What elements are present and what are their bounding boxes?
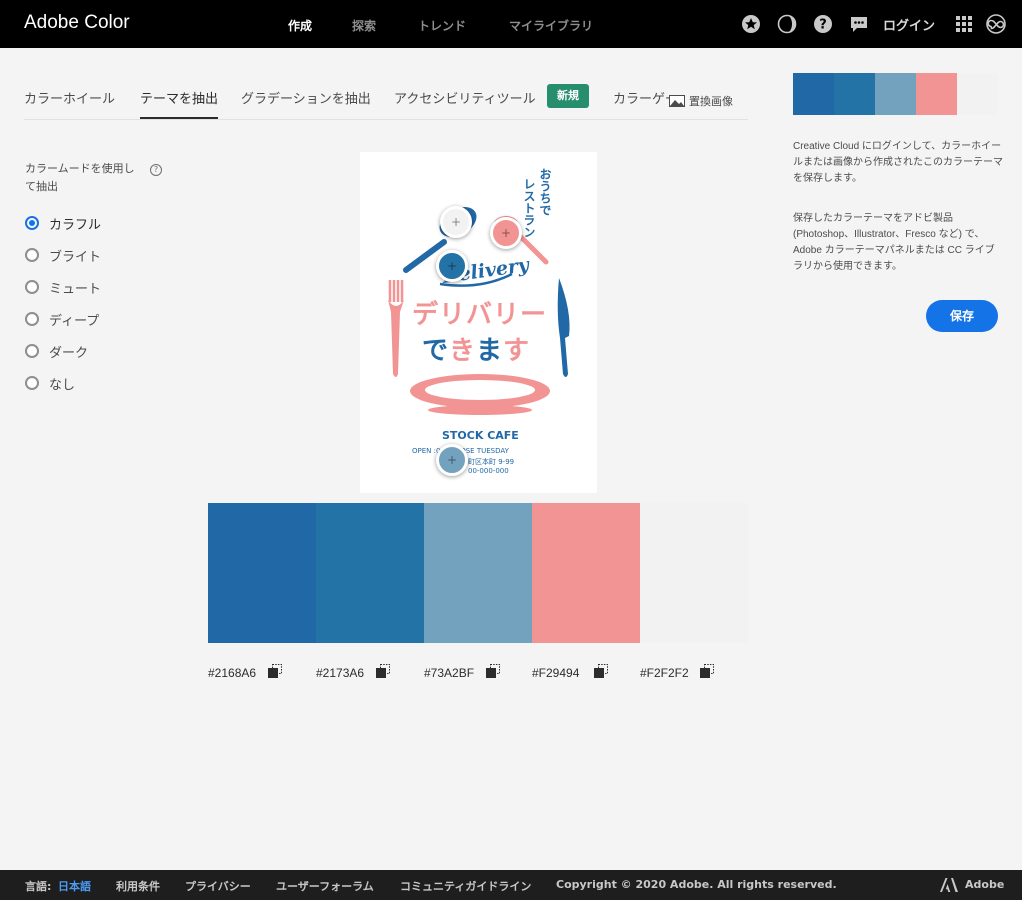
poster-address: 町区本町 9-99 bbox=[468, 458, 515, 466]
color-swatch-5[interactable] bbox=[640, 503, 748, 643]
replace-image-button[interactable]: 置換画像 bbox=[669, 93, 733, 109]
copy-icon[interactable] bbox=[486, 664, 500, 678]
replace-image-label: 置換画像 bbox=[689, 95, 733, 108]
hex-value-1[interactable]: #2168A6 bbox=[208, 666, 256, 680]
mood-option-muted[interactable]: ミュート bbox=[25, 278, 102, 297]
poster-cafe-name: STOCK CAFE bbox=[442, 429, 519, 442]
mood-help-icon[interactable]: ? bbox=[150, 164, 162, 176]
theme-preview-swatch-2 bbox=[834, 73, 875, 115]
nav-trends[interactable]: トレンド bbox=[418, 17, 466, 34]
color-picker-handle-5[interactable] bbox=[440, 206, 472, 238]
radio-icon bbox=[25, 280, 39, 294]
login-link[interactable]: ログイン bbox=[883, 15, 935, 34]
image-icon bbox=[669, 95, 685, 107]
mood-option-label: ディープ bbox=[49, 313, 100, 329]
hex-value-3[interactable]: #73A2BF bbox=[424, 666, 474, 680]
radio-icon bbox=[25, 312, 39, 326]
theme-preview-swatch-1 bbox=[793, 73, 834, 115]
headline-char: ま bbox=[476, 336, 504, 366]
color-swatch-1[interactable] bbox=[208, 503, 316, 643]
theme-preview-swatch-4 bbox=[916, 73, 957, 115]
tab-accessibility-tools[interactable]: アクセシビリティツール bbox=[394, 88, 536, 107]
radio-selected-icon bbox=[25, 216, 39, 230]
hex-value-4[interactable]: #F29494 bbox=[532, 666, 579, 680]
adobe-link[interactable]: Adobe bbox=[965, 878, 1004, 891]
copy-icon[interactable] bbox=[594, 664, 608, 678]
star-icon[interactable] bbox=[741, 14, 761, 34]
mood-option-label: カラフル bbox=[49, 217, 102, 233]
headline-char: で bbox=[422, 336, 450, 366]
brand-logo[interactable]: Adobe Color bbox=[24, 12, 130, 34]
footer: 言語: 日本語 利用条件 プライバシー ユーザーフォーラム コミュニティガイドラ… bbox=[0, 870, 1022, 900]
nav-my-library[interactable]: マイライブラリ bbox=[509, 17, 593, 34]
poster-headline-2: できます bbox=[422, 330, 530, 367]
source-image[interactable]: おうちで レストラン Delivery デリバリー できます STOCK CAF… bbox=[360, 152, 597, 493]
theme-preview-swatch-5 bbox=[957, 73, 998, 115]
new-badge: 新規 bbox=[547, 84, 589, 108]
copy-icon[interactable] bbox=[268, 664, 282, 678]
radio-icon bbox=[25, 344, 39, 358]
tab-color-wheel[interactable]: カラーホイール bbox=[24, 88, 115, 107]
contrast-icon[interactable] bbox=[777, 14, 797, 34]
hex-value-2[interactable]: #2173A6 bbox=[316, 666, 364, 680]
copy-icon[interactable] bbox=[700, 664, 714, 678]
tab-divider bbox=[24, 119, 748, 120]
theme-preview-swatch-3 bbox=[875, 73, 916, 115]
mood-option-none[interactable]: なし bbox=[25, 374, 76, 393]
mood-option-bright[interactable]: ブライト bbox=[25, 246, 102, 265]
mood-option-label: ミュート bbox=[49, 281, 102, 297]
mood-option-colorful[interactable]: カラフル bbox=[25, 214, 102, 233]
mood-option-label: ダーク bbox=[49, 345, 89, 361]
copy-icon[interactable] bbox=[376, 664, 390, 678]
nav-create[interactable]: 作成 bbox=[288, 17, 312, 34]
footer-link-privacy[interactable]: プライバシー bbox=[185, 878, 251, 894]
save-info-text: Creative Cloud にログインして、カラーホイールまたは画像から作成さ… bbox=[793, 141, 1003, 184]
color-swatch-4[interactable] bbox=[532, 503, 640, 643]
footer-link-forum[interactable]: ユーザーフォーラム bbox=[276, 878, 374, 894]
language-label: 言語: bbox=[25, 880, 52, 893]
color-swatch-3[interactable] bbox=[424, 503, 532, 643]
mood-option-label: なし bbox=[49, 377, 76, 393]
mood-option-deep[interactable]: ディープ bbox=[25, 310, 100, 329]
copyright: Copyright © 2020 Adobe. All rights reser… bbox=[556, 878, 837, 891]
tab-extract-gradient[interactable]: グラデーションを抽出 bbox=[241, 88, 371, 107]
adobe-logo-icon[interactable] bbox=[940, 878, 958, 892]
tab-extract-theme[interactable]: テーマを抽出 bbox=[140, 88, 218, 107]
radio-icon bbox=[25, 376, 39, 390]
poster-phone: 00-000-000 bbox=[468, 467, 509, 475]
color-picker-handle-4[interactable] bbox=[490, 217, 522, 249]
nav-explore[interactable]: 探索 bbox=[352, 17, 376, 34]
apps-grid-icon[interactable] bbox=[954, 14, 974, 34]
library-info-text: 保存したカラーテーマをアドビ製品 (Photoshop、Illustrator、… bbox=[793, 213, 995, 272]
save-button[interactable]: 保存 bbox=[926, 300, 998, 332]
language-selector[interactable]: 日本語 bbox=[58, 878, 91, 894]
footer-link-guidelines[interactable]: コミュニティガイドライン bbox=[400, 878, 531, 894]
mood-option-dark[interactable]: ダーク bbox=[25, 342, 89, 361]
poster-headline-1: デリバリー bbox=[412, 300, 548, 330]
chat-icon[interactable] bbox=[849, 14, 869, 34]
help-icon[interactable]: ? bbox=[813, 14, 833, 34]
radio-icon bbox=[25, 248, 39, 262]
svg-text:?: ? bbox=[819, 18, 827, 33]
creative-cloud-icon[interactable] bbox=[984, 14, 1008, 34]
color-mood-title: カラームードを使用して抽出 bbox=[25, 162, 135, 193]
mood-option-label: ブライト bbox=[49, 249, 102, 265]
color-swatch-2[interactable] bbox=[316, 503, 424, 643]
top-bar: Adobe Color 作成 探索 トレンド マイライブラリ ? ログイン bbox=[0, 0, 1022, 48]
footer-link-terms[interactable]: 利用条件 bbox=[116, 878, 160, 894]
headline-char: き bbox=[449, 336, 477, 366]
headline-char: す bbox=[503, 336, 531, 366]
color-picker-handle-2[interactable] bbox=[436, 250, 468, 282]
color-picker-handle-3[interactable] bbox=[436, 444, 468, 476]
hex-value-5[interactable]: #F2F2F2 bbox=[640, 666, 689, 680]
